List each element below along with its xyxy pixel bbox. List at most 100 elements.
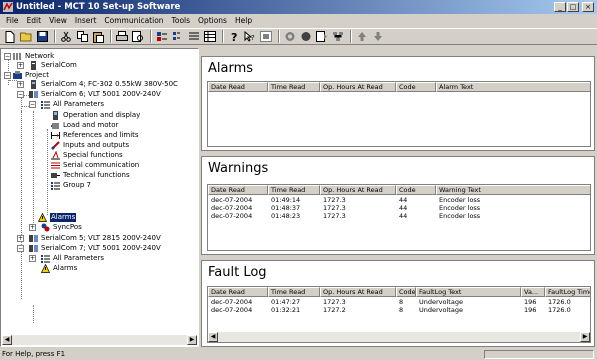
col-value[interactable]: Va... <box>521 287 545 297</box>
col-warning-text[interactable]: Warning Text <box>436 185 590 195</box>
save-icon[interactable] <box>35 30 49 43</box>
expander-sc5[interactable]: + <box>17 235 24 242</box>
copy-icon[interactable] <box>75 30 89 43</box>
expander-project[interactable]: − <box>4 72 11 79</box>
syncpos-icon <box>41 223 50 232</box>
scope-icon[interactable] <box>315 30 329 43</box>
record-icon[interactable] <box>299 30 313 43</box>
small-icons-icon[interactable] <box>171 30 185 43</box>
tree-item-all-parameters[interactable]: All Parameters <box>41 100 104 109</box>
menu-edit[interactable]: Edit <box>23 15 46 27</box>
tree-item-serialcom-7[interactable]: SerialCom 7; VLT 5001 200V-240V <box>29 244 161 253</box>
open-folder-icon[interactable] <box>19 30 33 43</box>
maximize-button[interactable]: □ <box>567 2 579 12</box>
alarms-panel: Alarms Date Read Time Read Op. Hours At … <box>201 56 595 151</box>
col-faultlog-time[interactable]: FaultLog Time <box>545 287 590 297</box>
new-file-icon[interactable] <box>3 30 17 43</box>
scroll-right-button[interactable]: ▶ <box>580 332 590 342</box>
context-help-icon[interactable]: ? <box>243 30 257 43</box>
col-code[interactable]: Code <box>396 82 436 92</box>
svg-text:?: ? <box>251 34 255 42</box>
col-op-hours[interactable]: Op. Hours At Read <box>320 82 396 92</box>
toolbar-separator <box>278 30 280 43</box>
tree-item-project[interactable]: Project <box>13 71 49 80</box>
tree-item-group-7[interactable]: Group 7 <box>51 181 91 190</box>
expander-sc6[interactable]: − <box>17 91 24 98</box>
print-icon[interactable] <box>115 30 129 43</box>
tree-item-alarms[interactable]: Alarms <box>38 213 77 222</box>
tree-item-serialcom-5[interactable]: SerialCom 5; VLT 2815 200V-240V <box>29 234 161 243</box>
warnings-table[interactable]: Date Read Time Read Op. Hours At Read Co… <box>207 184 591 251</box>
table-row[interactable]: dec-07-2004 01:47:27 1727.3 8 Undervolta… <box>208 298 590 306</box>
network-scan-icon[interactable] <box>331 30 345 43</box>
special-functions-icon <box>51 151 60 160</box>
menu-view[interactable]: View <box>45 15 71 27</box>
tree-item-technical-functions[interactable]: Technical functions <box>51 171 130 180</box>
tree-item-operation-display[interactable]: Operation and display <box>51 111 140 120</box>
tree-item-serialcom-4[interactable]: SerialCom 4; FC-302 0.55kW 380V-50C <box>29 80 178 89</box>
col-op-hours[interactable]: Op. Hours At Read <box>320 185 396 195</box>
tree-item-alarms-2[interactable]: Alarms <box>41 264 77 273</box>
col-time-read[interactable]: Time Read <box>268 185 320 195</box>
table-row[interactable]: dec-07-2004 01:48:23 1727.3 44 Encoder l… <box>208 212 590 220</box>
minimize-button[interactable]: _ <box>554 2 566 12</box>
alarms-table[interactable]: Date Read Time Read Op. Hours At Read Co… <box>207 81 591 147</box>
print-preview-icon[interactable] <box>131 30 145 43</box>
tree-item-special-functions[interactable]: Special functions <box>51 151 123 160</box>
col-op-hours[interactable]: Op. Hours At Read <box>320 287 396 297</box>
col-date-read[interactable]: Date Read <box>208 185 268 195</box>
expander-allparams[interactable]: − <box>29 101 36 108</box>
scroll-left-button[interactable]: ◀ <box>2 335 12 345</box>
expander-sc7[interactable]: − <box>17 245 24 252</box>
tree-item-serial-communication[interactable]: Serial communication <box>51 161 139 170</box>
tree-item-serialcom[interactable]: SerialCom <box>29 61 77 70</box>
tree-item-network[interactable]: Network <box>13 52 54 61</box>
project-icon <box>13 71 22 79</box>
col-date-read[interactable]: Date Read <box>208 287 268 297</box>
menu-file[interactable]: File <box>2 15 23 27</box>
tree-item-syncpos[interactable]: SyncPos <box>41 223 82 232</box>
col-faultlog-text[interactable]: FaultLog Text <box>416 287 521 297</box>
large-icons-icon[interactable] <box>155 30 169 43</box>
tree-item-inputs-outputs[interactable]: Inputs and outputs <box>51 141 129 150</box>
expander-sc4[interactable]: + <box>17 81 24 88</box>
menu-insert[interactable]: Insert <box>71 15 101 27</box>
menu-tools[interactable]: Tools <box>168 15 194 27</box>
menu-help[interactable]: Help <box>231 15 256 27</box>
table-row[interactable]: dec-07-2004 01:49:14 1727.3 44 Encoder l… <box>208 196 590 204</box>
col-code[interactable]: Code <box>396 287 416 297</box>
cut-icon[interactable] <box>59 30 73 43</box>
col-date-read[interactable]: Date Read <box>208 82 268 92</box>
expander-allparams2[interactable]: + <box>29 255 36 262</box>
details-view-icon[interactable] <box>203 30 217 43</box>
paste-icon[interactable] <box>91 30 105 43</box>
help-icon[interactable]: ? <box>227 30 241 43</box>
tree-item-all-parameters-2[interactable]: All Parameters <box>41 254 104 263</box>
read-from-drive-icon[interactable] <box>259 30 273 43</box>
col-alarm-text[interactable]: Alarm Text <box>436 82 590 92</box>
close-button[interactable]: × <box>582 2 594 12</box>
tree-item-serialcom-6[interactable]: SerialCom 6; VLT 5001 200V-240V <box>29 90 161 99</box>
col-code[interactable]: Code <box>396 185 436 195</box>
col-time-read[interactable]: Time Read <box>268 287 320 297</box>
menu-options[interactable]: Options <box>194 15 231 27</box>
fault-log-table[interactable]: Date Read Time Read Op. Hours At Read Co… <box>207 286 591 343</box>
move-down-icon[interactable] <box>371 30 385 43</box>
expander-syncpos[interactable]: + <box>29 224 36 231</box>
scroll-right-button[interactable]: ▶ <box>187 335 197 345</box>
scroll-left-button[interactable]: ◀ <box>208 332 218 342</box>
tree-item-load-motor[interactable]: Load and motor <box>51 121 118 130</box>
table-row[interactable]: dec-07-2004 01:32:21 1727.2 8 Undervolta… <box>208 306 590 314</box>
expander-network[interactable]: − <box>4 53 11 60</box>
move-up-icon[interactable] <box>355 30 369 43</box>
connect-icon[interactable] <box>283 30 297 43</box>
menu-communication[interactable]: Communication <box>100 15 167 27</box>
table-row[interactable]: dec-07-2004 01:48:37 1727.3 44 Encoder l… <box>208 204 590 212</box>
col-time-read[interactable]: Time Read <box>268 82 320 92</box>
list-view-icon[interactable] <box>187 30 201 43</box>
tree-horizontal-scrollbar[interactable]: ◀ ▶ <box>2 335 197 345</box>
fault-log-horizontal-scrollbar[interactable]: ◀ ▶ <box>208 332 590 342</box>
project-tree[interactable]: − Network + SerialCom − Project + Serial… <box>0 48 199 347</box>
tree-item-references-limits[interactable]: References and limits <box>51 131 139 140</box>
expander-serialcom[interactable]: + <box>17 62 24 69</box>
